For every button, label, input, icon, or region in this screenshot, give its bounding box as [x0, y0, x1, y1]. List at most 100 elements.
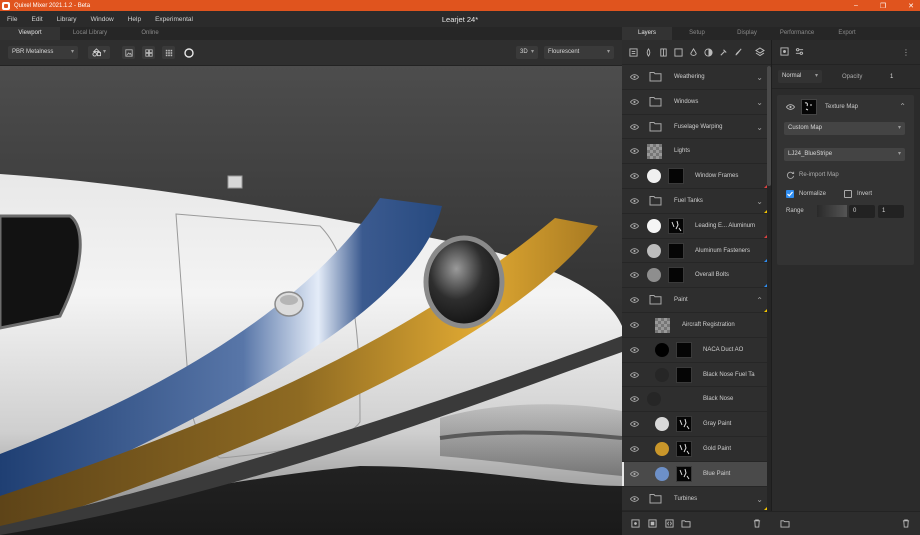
material-mode-dropdown[interactable]: PBR Metalness ▾	[8, 46, 78, 59]
layers-scrollbar[interactable]	[767, 66, 771, 511]
add-mask-icon[interactable]	[703, 47, 714, 58]
layer-row[interactable]: ⌄ Fuselage Warping	[622, 114, 771, 140]
viewport-3d[interactable]	[0, 66, 622, 535]
layer-row[interactable]: ⌄ Windows	[622, 89, 771, 115]
layer-row[interactable]: ⌄ Weathering	[622, 65, 771, 90]
add-paint-layer-icon[interactable]	[643, 47, 654, 58]
scrollbar-thumb[interactable]	[767, 66, 771, 186]
visibility-eye-icon[interactable]	[629, 123, 640, 132]
range-min-input[interactable]: 0	[849, 205, 875, 218]
menu-window[interactable]: Window	[84, 16, 121, 23]
menu-help[interactable]: Help	[121, 16, 148, 23]
map-name-dropdown[interactable]: LJ24_BlueStripe ▾	[784, 148, 905, 161]
layer-stack-icon[interactable]	[754, 47, 765, 58]
chevron-down-icon[interactable]: ⌄	[756, 123, 763, 132]
normalize-checkbox[interactable]	[786, 190, 794, 198]
visibility-eye-icon[interactable]	[629, 297, 640, 305]
tab-setup[interactable]: Setup	[672, 27, 722, 40]
tab-local-library[interactable]: Local Library	[60, 27, 120, 40]
layer-row[interactable]: Window Frames	[622, 164, 771, 189]
layer-row[interactable]: Overall Bolts	[622, 263, 771, 289]
opacity-value[interactable]: 1	[890, 74, 893, 80]
map-type-dropdown[interactable]: Custom Map ▾	[784, 122, 905, 135]
layer-row[interactable]: ⌃ Paint	[622, 288, 771, 313]
visibility-eye-icon[interactable]	[629, 371, 640, 380]
brush-icon[interactable]	[733, 47, 744, 58]
shape-dropdown[interactable]: ▾	[88, 46, 110, 59]
add-fill-icon[interactable]	[688, 47, 699, 58]
range-max-input[interactable]: 1	[878, 205, 904, 218]
add-folder-icon[interactable]	[681, 519, 691, 530]
visibility-eye-icon[interactable]	[629, 322, 640, 330]
add-solid-layer-icon[interactable]	[673, 47, 684, 58]
visibility-eye-icon[interactable]	[629, 247, 640, 256]
visibility-eye-icon[interactable]	[629, 98, 640, 107]
visibility-eye-icon[interactable]	[629, 198, 640, 206]
minimize-icon[interactable]: –	[854, 2, 858, 9]
visibility-eye-icon[interactable]	[629, 396, 640, 404]
add-smart-material-icon[interactable]	[648, 519, 657, 530]
view-mode-dropdown[interactable]: 3D ▾	[516, 46, 538, 59]
delete-layer-icon[interactable]	[753, 519, 761, 530]
layer-properties-icon[interactable]	[780, 46, 789, 58]
menu-experimental[interactable]: Experimental	[148, 16, 200, 23]
layer-row[interactable]: Black Nose Fuel Ta	[622, 362, 771, 388]
menu-library[interactable]: Library	[50, 16, 84, 23]
chevron-down-icon[interactable]: ⌄	[756, 197, 763, 206]
trash-icon[interactable]	[902, 519, 910, 530]
blend-mode-dropdown[interactable]: Normal ▾	[778, 70, 822, 83]
visibility-eye-icon[interactable]	[629, 148, 640, 156]
layer-row[interactable]: Lights	[622, 139, 771, 165]
visibility-eye-icon[interactable]	[629, 222, 640, 231]
layer-row[interactable]: ⌄ Fuel Tanks	[622, 188, 771, 214]
visibility-eye-icon[interactable]	[629, 446, 640, 454]
chevron-up-icon[interactable]: ⌃	[756, 296, 763, 305]
add-atlas-icon[interactable]	[658, 47, 669, 58]
uv-grid-button[interactable]	[162, 46, 175, 59]
add-script-icon[interactable]	[665, 519, 674, 530]
tab-display[interactable]: Display	[722, 27, 772, 40]
layer-row[interactable]: Aluminum Fasteners	[622, 238, 771, 264]
layer-row[interactable]: Aircraft Registration	[622, 312, 771, 338]
visibility-eye-icon[interactable]	[629, 470, 640, 479]
visibility-eye-icon[interactable]	[629, 421, 640, 429]
layer-row[interactable]: Gray Paint	[622, 412, 771, 437]
tab-performance[interactable]: Performance	[772, 27, 822, 40]
tab-online[interactable]: Online	[120, 27, 180, 40]
menu-edit[interactable]: Edit	[24, 16, 49, 23]
folder-icon[interactable]	[780, 519, 790, 530]
grid-view-button[interactable]	[142, 46, 155, 59]
visibility-eye-icon[interactable]	[629, 173, 640, 181]
chevron-up-icon[interactable]: ⌃	[899, 102, 906, 111]
chevron-down-icon[interactable]: ⌄	[756, 73, 763, 82]
more-options-icon[interactable]: ⋮	[902, 48, 910, 57]
tab-layers[interactable]: Layers	[622, 27, 672, 40]
chevron-down-icon[interactable]: ⌄	[756, 98, 763, 107]
layer-row[interactable]: Black Nose	[622, 387, 771, 413]
chevron-down-icon[interactable]: ⌄	[756, 495, 763, 504]
adjustments-icon[interactable]	[795, 47, 804, 58]
environment-button[interactable]	[182, 46, 195, 59]
add-surface-layer-icon[interactable]	[628, 47, 639, 58]
close-icon[interactable]: ✕	[908, 2, 914, 10]
visibility-eye-icon[interactable]	[629, 272, 640, 280]
layer-row[interactable]: Leading E... Aluminum	[622, 213, 771, 239]
tab-viewport[interactable]: Viewport	[0, 27, 60, 40]
visibility-eye-icon[interactable]	[629, 74, 640, 82]
maximize-icon[interactable]: ❐	[880, 2, 886, 10]
add-tool-icon[interactable]	[718, 47, 729, 58]
image-view-button[interactable]	[122, 46, 135, 59]
visibility-eye-icon[interactable]	[629, 495, 640, 504]
layer-row[interactable]: Gold Paint	[622, 436, 771, 462]
reimport-icon[interactable]	[786, 170, 795, 181]
tab-export[interactable]: Export	[822, 27, 872, 40]
visibility-eye-icon[interactable]	[629, 346, 640, 355]
layer-row[interactable]: Blue Paint	[622, 461, 771, 487]
layer-row[interactable]: ⌄ Turbines	[622, 486, 771, 512]
layer-row[interactable]: NACA Duct AO	[622, 337, 771, 363]
reimport-map-button[interactable]: Re-import Map	[799, 172, 839, 178]
menu-file[interactable]: File	[0, 16, 24, 23]
lighting-dropdown[interactable]: Flourescent ▾	[544, 46, 614, 59]
invert-checkbox[interactable]	[844, 190, 852, 198]
visibility-eye-icon[interactable]	[785, 104, 796, 112]
